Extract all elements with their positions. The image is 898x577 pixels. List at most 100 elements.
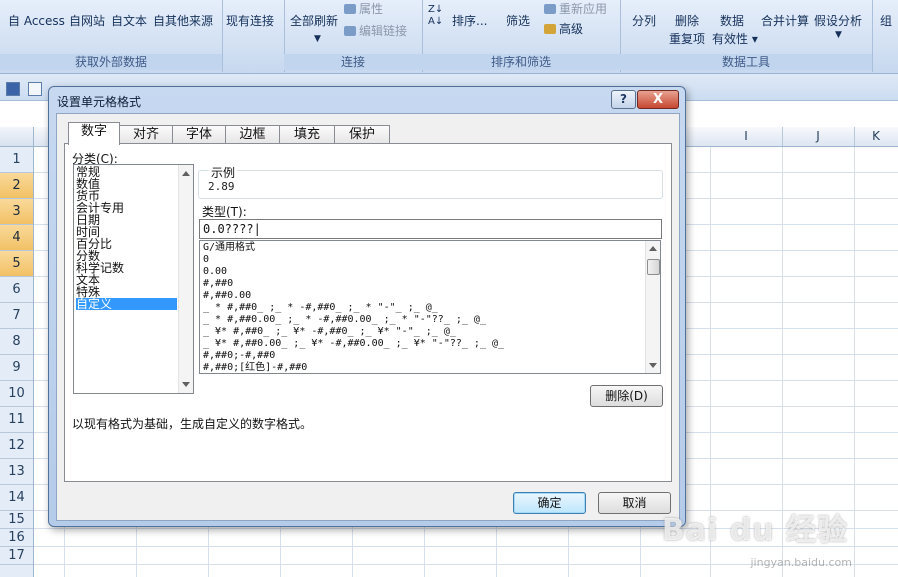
row-header-9[interactable]: 9 (0, 355, 33, 381)
row-header-12[interactable]: 12 (0, 433, 33, 459)
row-header-7[interactable]: 7 (0, 303, 33, 329)
format-item[interactable]: _ * #,##0_ ;_ * -#,##0_ ;_ * "-"_ ;_ @_ (203, 302, 438, 314)
properties-icon (344, 4, 356, 14)
filter-button[interactable]: 筛选 (506, 12, 530, 29)
column-header-i[interactable]: I (710, 127, 783, 146)
group-button[interactable]: 组 (880, 12, 892, 29)
advanced-filter-button[interactable]: 高级 (544, 20, 583, 37)
tab-5[interactable]: 保护 (334, 125, 390, 144)
reapply-button[interactable]: 重新应用 (544, 0, 607, 17)
remove-duplicates-label-2: 重复项 (669, 32, 706, 46)
dialog-body: 数字 对齐 字体 边框 填充 保护 分类(C): 常规 数值 货币 会计专用 日期 时间 百分比 分数科… (56, 113, 680, 521)
close-button[interactable]: X (637, 90, 679, 109)
format-scrollbar[interactable] (645, 241, 660, 373)
group-label-sort-filter: 排序和筛选 (422, 54, 620, 70)
from-access-button[interactable]: 自 Access (8, 12, 65, 29)
existing-connections-button[interactable]: 现有连接 (226, 12, 274, 29)
help-button[interactable]: ? (611, 90, 636, 109)
format-description: 以现有格式为基础，生成自定义的数字格式。 (72, 417, 313, 431)
sample-box: 2.89 (198, 170, 663, 199)
sample-label: 示例 (209, 164, 238, 181)
row-header-6[interactable]: 6 (0, 277, 33, 303)
delete-button[interactable]: 删除(D) (590, 385, 663, 407)
row-header-17[interactable]: 17 (0, 547, 33, 565)
category-scrollbar[interactable] (178, 165, 193, 393)
new-file-icon[interactable] (28, 82, 42, 96)
cancel-button[interactable]: 取消 (598, 492, 671, 514)
scroll-down-icon[interactable] (182, 382, 190, 387)
tab-1[interactable]: 对齐 (119, 125, 173, 144)
row-header-15[interactable]: 15 (0, 511, 33, 529)
refresh-dropdown-icon[interactable]: ▼ (314, 34, 321, 44)
row-header-1[interactable]: 1 (0, 147, 33, 173)
data-validation-label-2: 有效性 ▾ (712, 32, 758, 46)
dialog-title: 设置单元格格式 (57, 95, 142, 109)
ok-button[interactable]: 确定 (513, 492, 586, 514)
save-icon[interactable] (6, 82, 20, 96)
ribbon: 自 Access 自网站 自文本 自其他来源 获取外部数据 现有连接 全部刷新 … (0, 0, 898, 74)
category-list[interactable]: 常规 数值 货币 会计专用 日期 时间 百分比 分数 科学记数 文本 特殊 自定义 (73, 164, 194, 394)
group-label-data-tools: 数据工具 (620, 54, 872, 70)
text-to-columns-button[interactable]: 分列 (632, 12, 656, 29)
scroll-up-icon[interactable] (182, 171, 190, 176)
format-item[interactable]: 0 (203, 254, 209, 266)
consolidate-button[interactable]: 合并计算 (761, 12, 809, 29)
sort-za-icon[interactable]: Z↓ A↓ (428, 4, 443, 28)
row-header-13[interactable]: 13 (0, 459, 33, 485)
column-gridline (854, 147, 855, 577)
row-header-2[interactable]: 2 (0, 173, 33, 199)
from-web-button[interactable]: 自网站 (69, 12, 105, 29)
column-header-j[interactable]: J (782, 127, 855, 146)
tab-3[interactable]: 边框 (225, 125, 280, 144)
row-header-8[interactable]: 8 (0, 329, 33, 355)
format-item[interactable]: _ * #,##0.00_ ;_ * -#,##0.00_ ;_ * "-"??… (203, 314, 486, 326)
type-input[interactable]: 0.0????| (199, 219, 662, 239)
remove-duplicates-button[interactable]: 删除 (675, 12, 699, 29)
watermark-logo: Bai du 经验 (661, 513, 848, 548)
format-item[interactable]: #,##0.00 (203, 290, 251, 302)
row-header-16[interactable]: 16 (0, 529, 33, 547)
format-list[interactable]: G/通用格式 0 0.00 #,##0 #,##0.00 _ * #,##0_ ;_ * … (199, 240, 661, 374)
row-header-14[interactable]: 14 (0, 485, 33, 511)
refresh-all-button[interactable]: 全部刷新 (290, 12, 338, 29)
format-item[interactable]: _ ¥* #,##0.00_ ;_ ¥* -#,##0.00_ ;_ ¥* "-… (203, 338, 504, 350)
format-item[interactable]: #,##0;-#,##0 (203, 350, 275, 362)
reapply-icon (544, 4, 556, 14)
tab-4[interactable]: 填充 (279, 125, 335, 144)
from-text-button[interactable]: 自文本 (111, 12, 147, 29)
data-validation-button[interactable]: 数据 (720, 12, 744, 29)
format-item[interactable]: G/通用格式 (203, 242, 255, 254)
category-item[interactable]: 自定义 (76, 298, 177, 310)
row-header-5[interactable]: 5 (0, 251, 33, 277)
properties-button[interactable]: 属性 (344, 0, 383, 17)
row-header-3[interactable]: 3 (0, 199, 33, 225)
advanced-filter-icon (544, 24, 556, 34)
scroll-thumb[interactable] (647, 259, 660, 275)
sort-button[interactable]: 排序... (452, 12, 487, 29)
tab-2[interactable]: 字体 (172, 125, 226, 144)
group-label-get-external: 获取外部数据 (0, 54, 222, 70)
sample-value: 2.89 (208, 180, 235, 193)
what-if-analysis-button[interactable]: 假设分析 (814, 12, 862, 29)
format-item[interactable]: #,##0;[红色]-#,##0 (203, 362, 307, 373)
format-item[interactable]: 0.00 (203, 266, 227, 278)
from-other-sources-button[interactable]: 自其他来源 (153, 12, 213, 29)
row-header-4[interactable]: 4 (0, 225, 33, 251)
edit-links-button[interactable]: 编辑链接 (344, 22, 407, 39)
scroll-down-icon[interactable] (649, 363, 657, 368)
number-tab-panel: 分类(C): 常规 数值 货币 会计专用 日期 时间 百分比 分数 科学记数 文本 特殊 自定义 示例… (64, 143, 672, 482)
type-label: 类型(T): (202, 205, 247, 219)
format-item[interactable]: _ ¥* #,##0_ ;_ ¥* -#,##0_ ;_ ¥* "-"_ ;_ … (203, 326, 456, 338)
scroll-up-icon[interactable] (649, 246, 657, 251)
column-header-k[interactable]: K (854, 127, 898, 146)
group-existing-connections: 现有连接 (222, 0, 285, 72)
link-icon (344, 26, 356, 36)
row-header-10[interactable]: 10 (0, 381, 33, 407)
format-item[interactable]: #,##0 (203, 278, 233, 290)
group-sort-filter: Z↓ A↓ 排序... 筛选 重新应用 高级 排序和筛选 (422, 0, 621, 72)
watermark-url: jingyan.baidu.com (750, 556, 852, 569)
select-all-corner[interactable] (0, 127, 34, 147)
what-if-dropdown-icon[interactable]: ▼ (835, 30, 842, 40)
tab-0[interactable]: 数字 (68, 122, 120, 145)
row-header-11[interactable]: 11 (0, 407, 33, 433)
